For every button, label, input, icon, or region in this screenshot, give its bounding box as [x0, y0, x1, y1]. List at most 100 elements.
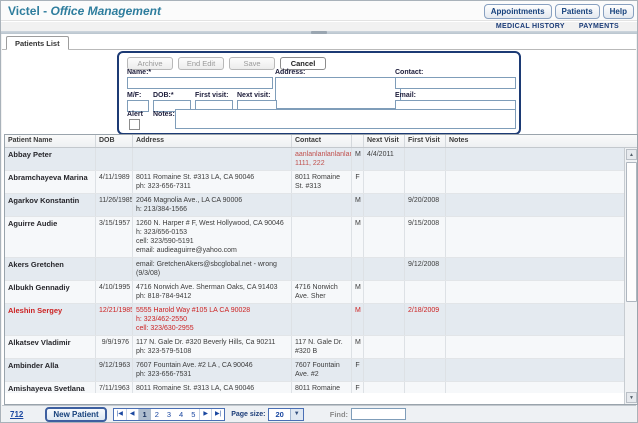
patient-name-cell: Amishayeva Svetlana: [5, 382, 96, 393]
next-visit-cell: [364, 171, 405, 193]
address-line: 8011 Romaine St. #313 LA, CA 90046: [136, 385, 255, 392]
scroll-thumb[interactable]: [626, 162, 637, 302]
mf-cell: M: [352, 217, 364, 257]
mf-cell: F: [352, 359, 364, 381]
first-visit-cell: [405, 382, 446, 393]
total-count-link[interactable]: 712: [10, 410, 23, 419]
table-row[interactable]: Abbay Peter aanlanlanlanlanlanl 1111, 222 M…: [5, 148, 625, 171]
alert-label: Alert: [127, 111, 143, 118]
address-line: email: GretchenAkers@sbcglobal.net - wro…: [136, 261, 277, 277]
help-button[interactable]: Help: [602, 4, 634, 19]
contact-field[interactable]: [395, 77, 516, 89]
scroll-down-icon[interactable]: ▼: [626, 392, 637, 403]
page-3-button[interactable]: 3: [163, 409, 175, 420]
next-visit-cell: [364, 336, 405, 358]
contact-line: 117 N. Gale Dr. #320 B: [295, 339, 343, 355]
col-first-visit[interactable]: First Visit: [405, 135, 446, 147]
first-visit-cell: 2/18/2009: [405, 304, 446, 335]
grid-body: Abbay Peter aanlanlanlanlanlanl 1111, 222 M…: [5, 148, 625, 393]
table-row[interactable]: Akers Gretchen email: GretchenAkers@sbcgl…: [5, 258, 625, 281]
notes-cell: [446, 258, 625, 280]
end-edit-button[interactable]: End Edit: [178, 57, 224, 70]
col-mf[interactable]: [352, 135, 364, 147]
app-title: Victel - Office Management: [8, 4, 161, 18]
first-page-icon[interactable]: |◀: [114, 408, 127, 420]
address-line: 7607 Fountain Ave. #2 LA , CA 90046: [136, 362, 253, 369]
table-row[interactable]: Albukh Gennadiy 4/10/1995 4716 Norwich Ave…: [5, 281, 625, 304]
contact-cell: 117 N. Gale Dr. #320 B: [292, 336, 352, 358]
table-row[interactable]: Abramchayeva Marina 4/11/1989 8011 Romaine…: [5, 171, 625, 194]
next-page-icon[interactable]: ▶: [199, 408, 212, 420]
col-patient-name[interactable]: Patient Name: [5, 135, 96, 147]
save-button[interactable]: Save: [229, 57, 275, 70]
contact-cell: [292, 217, 352, 257]
page-4-button[interactable]: 4: [175, 409, 187, 420]
address-cell: 1260 N. Harper # F, West Hollywood, CA 9…: [133, 217, 292, 257]
address-cell: 7607 Fountain Ave. #2 LA , CA 90046 ph: 3…: [133, 359, 292, 381]
contact-line: 4716 Norwich Ave. Sher: [295, 284, 338, 300]
page-2-button[interactable]: 2: [151, 409, 163, 420]
next-visit-cell: 4/4/2011: [364, 148, 405, 170]
dob-cell: 4/10/1995: [96, 281, 133, 303]
notes-cell: [446, 148, 625, 170]
footer-bar: 712 New Patient |◀ ◀ 12345 ▶ ▶| Page siz…: [2, 405, 636, 422]
address-cell: 2046 Magnolia Ave., LA CA 90006 h: 213/38…: [133, 194, 292, 216]
grid-scrollbar[interactable]: ▲ ▼: [624, 148, 637, 404]
table-row[interactable]: Ambinder Alla 9/12/1963 7607 Fountain Ave.…: [5, 359, 625, 382]
find-input[interactable]: [351, 408, 407, 420]
title-buttons: Appointments Patients Help: [483, 4, 634, 19]
address-line: 5555 Harold Way #105 LA CA 90028: [136, 307, 251, 314]
table-row[interactable]: Alkatsev Vladimir 9/9/1976 117 N. Gale Dr.…: [5, 336, 625, 359]
page-size-dropdown[interactable]: 20 ▼: [268, 407, 304, 421]
dob-cell: [96, 148, 133, 170]
col-notes[interactable]: Notes: [446, 135, 637, 147]
address-line: ph: 323-579-5108: [136, 348, 192, 355]
table-row[interactable]: Aguirre Audie 3/15/1957 1260 N. Harper # F…: [5, 217, 625, 258]
notes-label: Notes:: [153, 111, 175, 118]
notes-cell: [446, 382, 625, 393]
appointments-button[interactable]: Appointments: [483, 4, 552, 19]
col-address[interactable]: Address: [133, 135, 292, 147]
patient-name-cell: Aguirre Audie: [5, 217, 96, 257]
address-field[interactable]: [275, 77, 401, 109]
last-page-icon[interactable]: ▶|: [212, 409, 224, 420]
next-visit-cell: [364, 304, 405, 335]
name-field[interactable]: [127, 77, 273, 89]
col-next-visit[interactable]: Next Visit: [364, 135, 405, 147]
patient-edit-form: Archive End Edit Save Cancel Name:* Addr…: [117, 51, 521, 135]
first-visit-cell: 9/15/2008: [405, 217, 446, 257]
mf-cell: M: [352, 304, 364, 335]
contact-cell: 8011 Romaine St. #313: [292, 382, 352, 393]
mf-label: M/F:: [127, 92, 142, 99]
first-visit-cell: [405, 148, 446, 170]
table-row[interactable]: Amishayeva Svetlana 7/11/1963 8011 Romaine…: [5, 382, 625, 393]
table-row[interactable]: Agarkov Konstantin 11/26/1985 2046 Magnoli…: [5, 194, 625, 217]
tab-patients-list[interactable]: Patients List: [6, 36, 69, 50]
address-line: 4716 Norwich Ave. Sherman Oaks, CA 91403: [136, 284, 278, 291]
table-row[interactable]: Aleshin Sergey 12/21/1985 5555 Harold Way …: [5, 304, 625, 336]
page-size-label: Page size:: [231, 410, 266, 418]
alert-checkbox[interactable]: [129, 119, 140, 130]
contact-line: 1111, 222: [295, 160, 325, 167]
col-contact[interactable]: Contact: [292, 135, 352, 147]
patients-button[interactable]: Patients: [554, 4, 600, 19]
address-line: cell: 323/630-2955: [136, 325, 194, 332]
new-patient-button[interactable]: New Patient: [45, 406, 107, 422]
address-line: 8011 Romaine St. #313 LA, CA 90046: [136, 174, 255, 181]
address-line: ph: 323-656-7311: [136, 183, 191, 190]
medical-history-link[interactable]: MEDICAL HISTORY: [496, 23, 565, 30]
patient-name-cell: Abbay Peter: [5, 148, 96, 170]
app-title-prefix: Victel -: [8, 4, 48, 18]
page-1-button[interactable]: 1: [138, 408, 151, 420]
scroll-up-icon[interactable]: ▲: [626, 149, 637, 160]
dob-cell: 3/15/1957: [96, 217, 133, 257]
payments-link[interactable]: PAYMENTS: [579, 23, 619, 30]
prev-page-icon[interactable]: ◀: [127, 408, 139, 420]
dob-label: DOB:*: [153, 92, 174, 99]
next-visit-cell: [364, 281, 405, 303]
mf-cell: [352, 258, 364, 280]
notes-field[interactable]: [175, 109, 516, 129]
page-5-button[interactable]: 5: [187, 409, 199, 420]
col-dob[interactable]: DOB: [96, 135, 133, 147]
address-line: email: audieaguirre@yahoo.com: [136, 247, 237, 254]
